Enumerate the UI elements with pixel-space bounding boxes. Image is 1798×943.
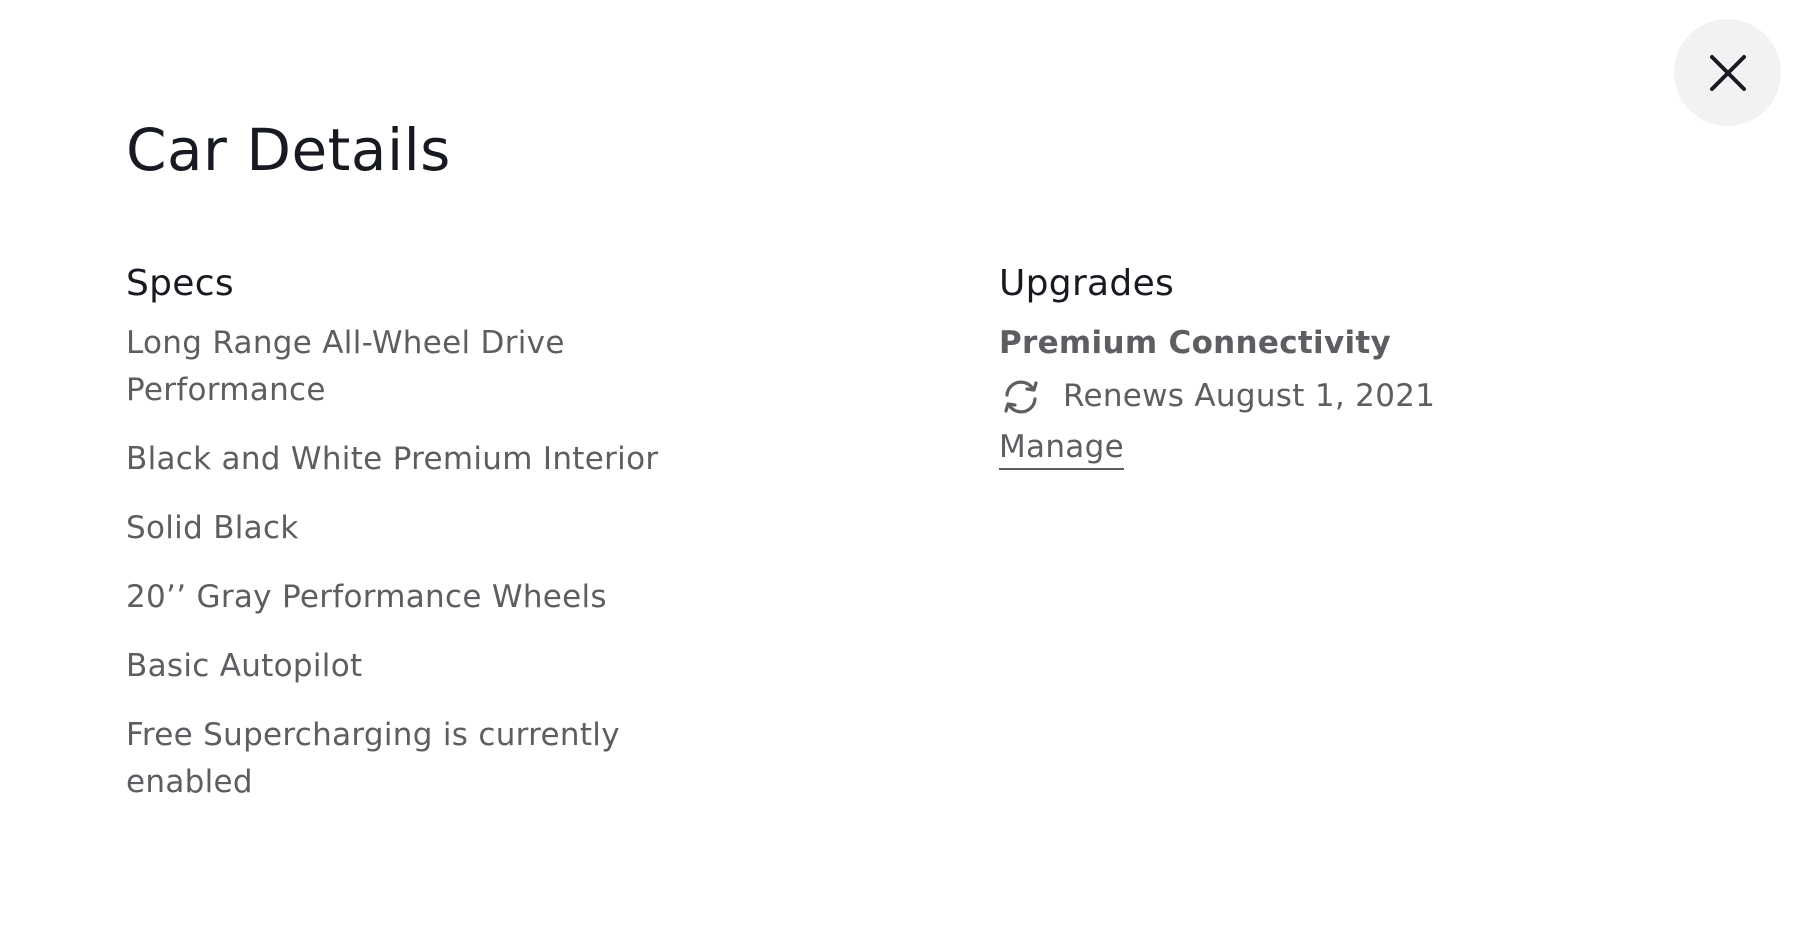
close-button[interactable] [1674, 19, 1781, 126]
specs-list: Long Range All-Wheel Drive Performance B… [126, 320, 746, 806]
car-details-modal: Car Details Specs Long Range All-Wheel D… [0, 0, 1798, 943]
page-title: Car Details [126, 116, 451, 184]
specs-section: Specs Long Range All-Wheel Drive Perform… [126, 258, 746, 828]
renewal-date: Renews August 1, 2021 [1063, 378, 1436, 414]
renewal-status: Renews August 1, 2021 [999, 373, 1599, 420]
upgrade-item: Premium Connectivity Renews August 1, 20… [999, 320, 1599, 470]
upgrades-section: Upgrades Premium Connectivity Renews Aug… [999, 258, 1599, 470]
refresh-icon [999, 375, 1043, 419]
manage-link[interactable]: Manage [999, 426, 1124, 470]
spec-item: Solid Black [126, 510, 299, 546]
close-icon [1708, 53, 1748, 93]
spec-item: Basic Autopilot [126, 648, 363, 684]
upgrade-name: Premium Connectivity [999, 325, 1392, 361]
spec-item: Long Range All-Wheel Drive Performance [126, 325, 565, 408]
upgrades-heading: Upgrades [999, 263, 1175, 304]
spec-item: Black and White Premium Interior [126, 441, 659, 477]
spec-item: 20’’ Gray Performance Wheels [126, 579, 607, 615]
spec-item: Free Supercharging is currently enabled [126, 717, 620, 800]
specs-heading: Specs [126, 263, 234, 304]
